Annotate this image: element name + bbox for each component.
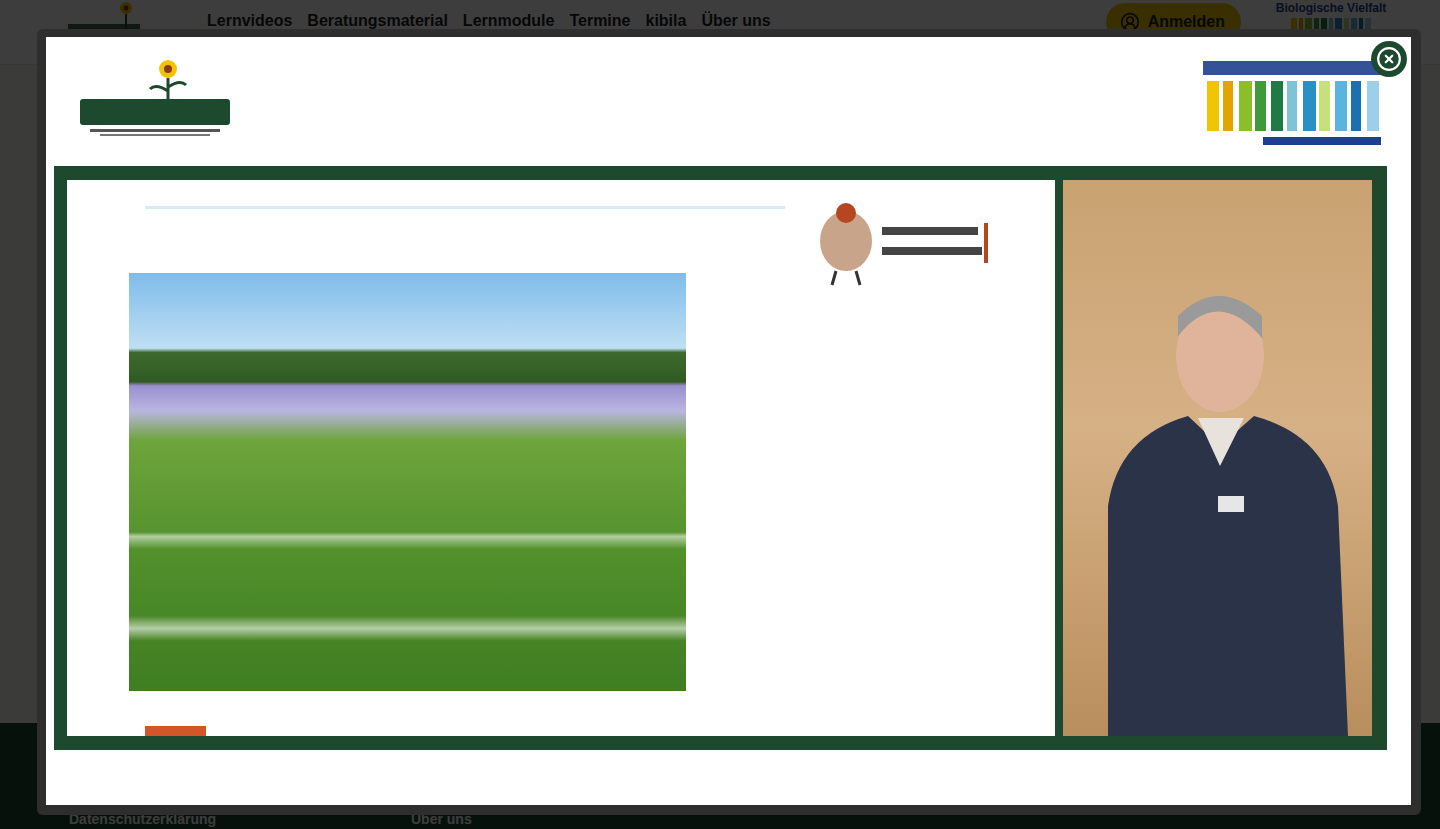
video-frame[interactable] [46,37,1411,805]
slide-frame [54,166,1387,750]
presentation-slide [67,180,1055,736]
bundesprogramm-logo-icon [1203,57,1383,147]
video-modal [37,29,1421,815]
slide-rule [145,206,785,209]
close-icon [1376,46,1402,72]
close-button[interactable] [1371,41,1407,77]
speaker-figure-icon [1068,246,1368,736]
meadow-photo [129,273,686,691]
partridge-emblem-icon [806,193,992,289]
wibila-logo-icon [80,57,230,137]
slide-mark [145,726,206,736]
video-logo-row [46,37,1411,166]
speaker-video [1063,180,1372,736]
